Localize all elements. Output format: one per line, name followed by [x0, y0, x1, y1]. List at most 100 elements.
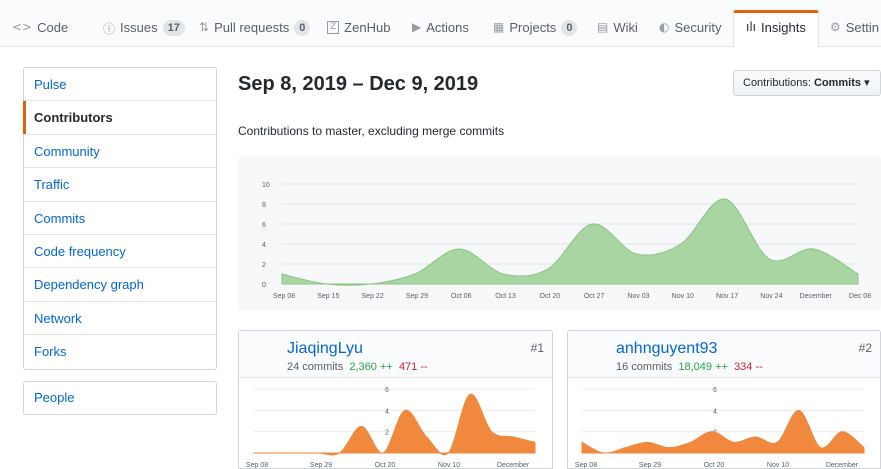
x-tick-label: December	[800, 293, 833, 300]
gear-icon: ⚙	[830, 20, 841, 34]
x-tick-label: Sep 08	[273, 293, 295, 300]
contributions-area-chart: 0 2 4 6 8 10 Sep 08 Sep 15 Sep 22 Sep 29 Oct 06 Oct…	[262, 182, 871, 300]
commit-count-link[interactable]: 24 commits	[287, 361, 343, 373]
x-tick-label: Sep 22	[362, 293, 384, 300]
tab-label: Projects	[509, 20, 557, 35]
contributor-stats: 24 commits 2,360 ++ 471 --	[287, 361, 428, 373]
tab-label: ZenHub	[344, 20, 391, 35]
y-tick-label: 6	[262, 222, 266, 229]
x-tick-label: Nov 17	[716, 293, 738, 300]
tab-issues[interactable]: ⓘ Issues 17	[103, 11, 185, 47]
tab-actions[interactable]: ▶ Actions	[412, 11, 469, 47]
contributor-card: anhnguyent93 16 commits 18,049 ++ 334 --…	[567, 330, 881, 469]
chart-subtitle: Contributions to master, excluding merge…	[238, 124, 505, 138]
y-tick-label: 6	[713, 387, 717, 394]
sidebar-item-code-frequency[interactable]: Code frequency	[24, 235, 216, 269]
contributor-area-chart: 246Sep 08Sep 29Oct 20Nov 10December	[575, 387, 865, 469]
insights-sidebar-menu: Pulse Contributors Community Traffic Com…	[23, 67, 217, 370]
x-tick-label: Nov 24	[760, 293, 782, 300]
sidebar-item-forks[interactable]: Forks	[24, 335, 216, 368]
deletions-count: 471 --	[398, 361, 428, 373]
x-tick-label: Oct 06	[451, 293, 472, 300]
sidebar-item-people[interactable]: People	[24, 382, 216, 414]
contributions-type-dropdown[interactable]: Contributions: Commits ▾	[733, 70, 881, 96]
issues-count-badge: 17	[162, 20, 185, 36]
sidebar-item-contributors[interactable]: Contributors	[23, 101, 216, 135]
x-tick-label: Nov 03	[627, 293, 649, 300]
x-tick-label: Dec 08	[849, 293, 871, 300]
people-menu: People	[23, 381, 217, 415]
x-tick-label: Oct 27	[584, 293, 605, 300]
contributor-card: JiaqingLyu 24 commits 2,360 ++ 471 -- #1…	[238, 330, 553, 469]
contributor-area-chart: 2 4 6 Sep 08 Sep 29 Oct 20 Nov 10 December	[246, 387, 536, 469]
y-tick-label: 10	[262, 182, 270, 189]
tab-pull-requests[interactable]: ⇅ Pull requests 0	[199, 11, 311, 47]
shield-icon: ◐	[659, 20, 670, 34]
tab-label: Issues	[120, 20, 158, 35]
page-title: Sep 8, 2019 – Dec 9, 2019	[238, 73, 479, 95]
sidebar-item-commits[interactable]: Commits	[24, 202, 216, 235]
sidebar-item-network[interactable]: Network	[24, 302, 216, 336]
dropdown-prefix: Contributions:	[743, 77, 814, 89]
x-tick-label: Nov 10	[767, 462, 789, 469]
y-tick-label: 6	[385, 387, 389, 394]
tab-security[interactable]: ◐ Security	[659, 11, 721, 47]
commit-count-link[interactable]: 16 commits	[616, 361, 672, 373]
tab-label: Wiki	[613, 20, 638, 35]
repo-nav-tabs: <> Code ⓘ Issues 17 ⇅ Pull requests 0 Z …	[0, 0, 881, 48]
tab-label: Pull requests	[214, 20, 290, 35]
contributor-username-link[interactable]: JiaqingLyu	[287, 340, 363, 358]
contributor-card-header: anhnguyent93 16 commits 18,049 ++ 334 --…	[568, 331, 880, 378]
git-pull-request-icon: ⇅	[199, 20, 210, 34]
tab-insights[interactable]: ılı Insights	[733, 10, 819, 48]
x-tick-label: Oct 20	[704, 462, 725, 469]
pull-requests-count-badge: 0	[294, 20, 311, 36]
sidebar-item-traffic[interactable]: Traffic	[24, 168, 216, 202]
graph-icon: ılı	[746, 20, 757, 34]
x-tick-label: December	[826, 462, 859, 469]
zenhub-icon: Z	[327, 21, 340, 34]
x-tick-label: Oct 20	[375, 462, 396, 469]
sidebar-item-community[interactable]: Community	[24, 135, 216, 169]
contributor-username-link[interactable]: anhnguyent93	[616, 340, 717, 358]
x-tick-label: Sep 29	[310, 462, 332, 469]
tab-wiki[interactable]: ▤ Wiki	[597, 11, 638, 47]
avatar[interactable]	[246, 338, 280, 372]
y-tick-label: 4	[385, 408, 389, 415]
avatar[interactable]	[575, 338, 609, 372]
tab-label: Insights	[761, 20, 806, 35]
series-area	[252, 393, 536, 456]
project-icon: ▦	[493, 20, 505, 34]
tab-settings[interactable]: ⚙ Settin	[830, 11, 879, 47]
x-tick-label: December	[497, 462, 530, 469]
projects-count-badge: 0	[561, 20, 578, 36]
y-tick-label: 0	[262, 282, 266, 289]
tab-label: Actions	[426, 20, 469, 35]
contributor-rank: #2	[858, 341, 872, 355]
chevron-down-icon: ▾	[864, 77, 870, 89]
tab-zenhub[interactable]: Z ZenHub	[327, 11, 390, 47]
tab-projects[interactable]: ▦ Projects 0	[493, 11, 578, 47]
dropdown-value: Commits	[813, 77, 861, 89]
y-tick-label: 4	[262, 242, 266, 249]
additions-count: 18,049 ++	[678, 361, 728, 373]
series-area	[281, 198, 859, 286]
tab-code[interactable]: <> Code	[12, 11, 68, 47]
x-tick-label: Sep 08	[246, 462, 268, 469]
play-icon: ▶	[412, 20, 422, 34]
y-tick-label: 2	[385, 430, 389, 437]
x-tick-label: Nov 10	[672, 293, 694, 300]
sidebar-item-dependency-graph[interactable]: Dependency graph	[24, 268, 216, 302]
book-icon: ▤	[597, 20, 609, 34]
x-tick-label: Sep 29	[639, 462, 661, 469]
sidebar-item-pulse[interactable]: Pulse	[24, 68, 216, 102]
issue-opened-icon: ⓘ	[103, 22, 116, 36]
deletions-count: 334 --	[734, 361, 763, 373]
code-icon: <>	[12, 20, 33, 34]
x-tick-label: Oct 13	[495, 293, 516, 300]
contributor-stats: 16 commits 18,049 ++ 334 --	[616, 361, 763, 373]
x-tick-label: Sep 29	[406, 293, 428, 300]
y-tick-label: 2	[262, 262, 266, 269]
x-tick-label: Nov 10	[438, 462, 460, 469]
tab-label: Code	[37, 20, 69, 35]
